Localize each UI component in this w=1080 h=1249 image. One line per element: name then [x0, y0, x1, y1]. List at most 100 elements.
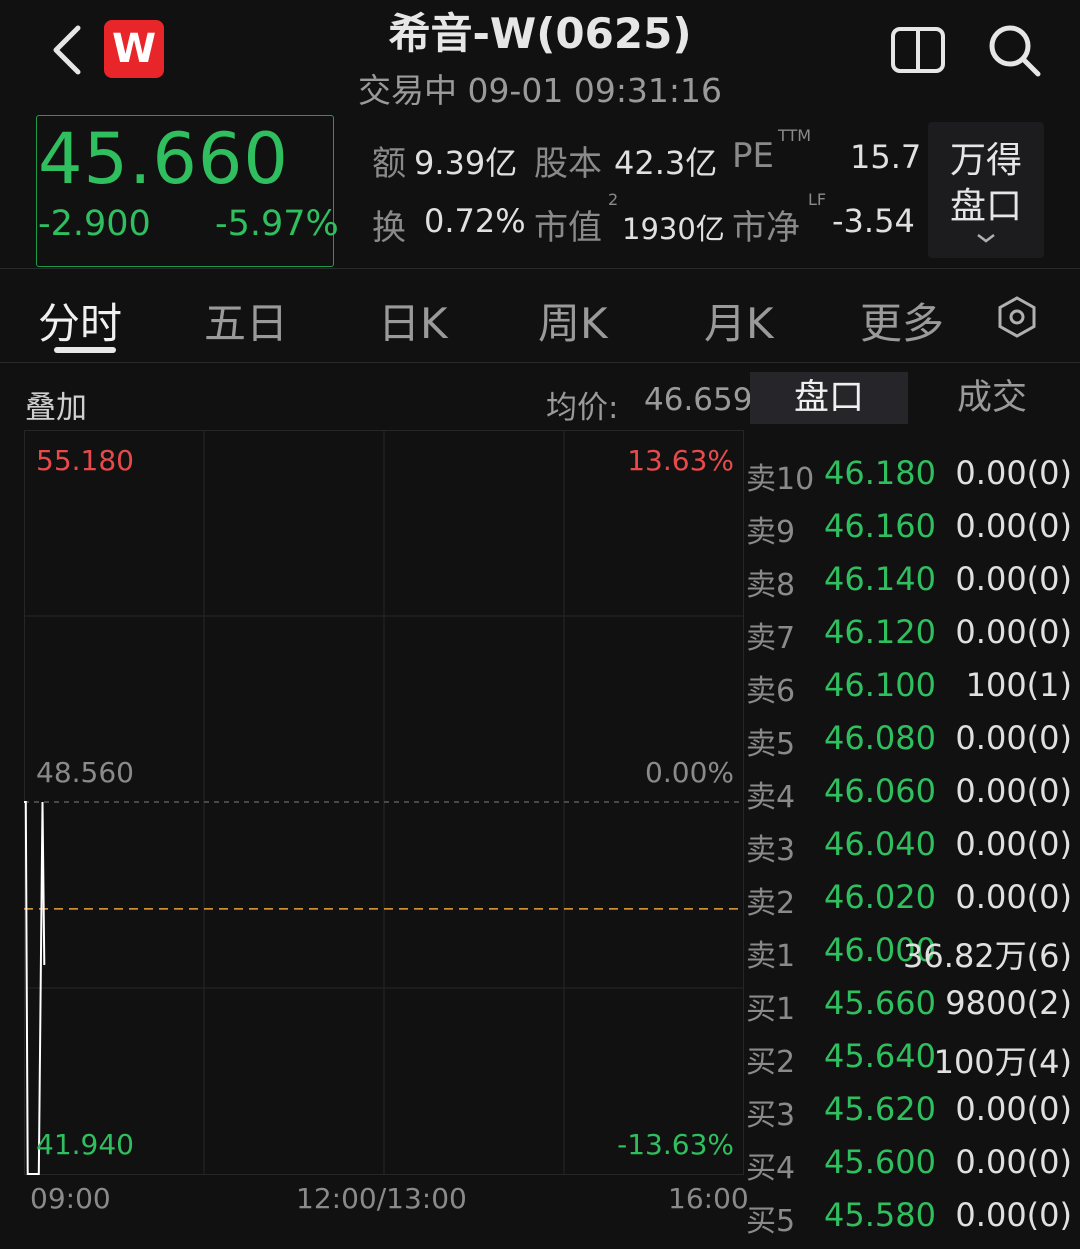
- order-book-row: 卖5 46.080 0.00(0): [746, 719, 1076, 772]
- order-price: 45.660: [824, 984, 936, 1022]
- order-level-label: 买5: [746, 1204, 796, 1239]
- turnover-label: 换: [372, 208, 406, 248]
- order-book-row: 卖3 46.040 0.00(0): [746, 825, 1076, 878]
- order-price: 46.040: [824, 825, 936, 863]
- price-change: -2.900: [38, 204, 151, 244]
- pb-label: 市净: [732, 208, 800, 248]
- order-level-label: 买4: [746, 1151, 796, 1186]
- order-price: 46.160: [824, 507, 936, 545]
- trade-status: 交易中 09-01 09:31:16: [357, 71, 723, 110]
- order-volume: 0.00(0): [955, 1143, 1072, 1181]
- back-chevron-icon[interactable]: [44, 22, 92, 78]
- order-book-row: 买4 45.600 0.00(0): [746, 1143, 1076, 1196]
- order-volume: 100万(4): [933, 1043, 1072, 1081]
- pe-label: PE: [732, 136, 774, 176]
- avg-price-label: 均价:: [546, 390, 619, 426]
- overlay-button[interactable]: 叠加: [25, 382, 87, 427]
- order-level-label: 卖10: [746, 462, 815, 497]
- tab-more[interactable]: 更多: [860, 290, 944, 351]
- wande-line1: 万得: [949, 140, 1022, 181]
- order-volume: 9800(2): [945, 984, 1072, 1022]
- search-icon[interactable]: [986, 22, 1042, 78]
- avg-price-value: 46.659: [644, 382, 753, 418]
- order-level-label: 卖1: [746, 939, 796, 974]
- amount-label: 额: [372, 144, 406, 184]
- order-book-row: 买1 45.660 9800(2): [746, 984, 1076, 1037]
- chevron-down-icon: [977, 234, 995, 243]
- order-level-label: 买3: [746, 1098, 796, 1133]
- y-max-label: 55.180: [36, 444, 134, 477]
- order-book-row: 卖1 46.000 36.82万(6): [746, 931, 1076, 984]
- order-book-row: 买2 45.640 100万(4): [746, 1037, 1076, 1090]
- order-price: 45.600: [824, 1143, 936, 1181]
- order-level-label: 卖8: [746, 568, 796, 603]
- pe-sup: TTM: [778, 126, 812, 145]
- order-price: 46.120: [824, 613, 936, 651]
- order-book-row: 卖7 46.120 0.00(0): [746, 613, 1076, 666]
- order-price: 46.100: [824, 666, 936, 704]
- order-level-label: 卖6: [746, 674, 796, 709]
- order-book-row: 卖6 46.100 100(1): [746, 666, 1076, 719]
- order-volume: 0.00(0): [955, 719, 1072, 757]
- current-price: 45.660: [38, 118, 289, 200]
- market-cap-label: 市值: [534, 208, 602, 248]
- share-capital-label: 股本: [534, 144, 602, 184]
- order-volume: 0.00(0): [955, 560, 1072, 598]
- stock-title: 希音-W(0625): [388, 9, 692, 58]
- order-book-row: 卖8 46.140 0.00(0): [746, 560, 1076, 613]
- wande-line2: 盘口: [949, 186, 1022, 227]
- order-price: 45.580: [824, 1196, 936, 1234]
- order-level-label: 卖3: [746, 833, 796, 868]
- order-volume: 0.00(0): [955, 1090, 1072, 1128]
- order-book-row: 卖10 46.180 0.00(0): [746, 454, 1076, 507]
- pe-value: 15.7: [850, 138, 922, 176]
- order-book-row: 卖9 46.160 0.00(0): [746, 507, 1076, 560]
- order-book-row: 买3 45.620 0.00(0): [746, 1090, 1076, 1143]
- order-book-row: 卖4 46.060 0.00(0): [746, 772, 1076, 825]
- wande-orderbook-button[interactable]: 万得 盘口: [928, 122, 1044, 258]
- pb-value: -3.54: [832, 202, 915, 240]
- market-cap-value: 1930亿: [622, 212, 725, 246]
- turnover-value: 0.72%: [424, 202, 526, 240]
- order-price: 46.080: [824, 719, 936, 757]
- order-level-label: 卖5: [746, 727, 796, 762]
- tab-five-day[interactable]: 五日: [204, 290, 288, 351]
- order-level-label: 卖2: [746, 886, 796, 921]
- order-level-label: 卖7: [746, 621, 796, 656]
- y-mid-pct: 0.00%: [645, 756, 734, 789]
- order-volume: 100(1): [965, 666, 1072, 704]
- y-mid-label: 48.560: [36, 756, 134, 789]
- order-price: 46.020: [824, 878, 936, 916]
- order-book-row: 买5 45.580 0.00(0): [746, 1196, 1076, 1249]
- y-min-pct: -13.63%: [617, 1128, 734, 1161]
- order-book-row: 卖2 46.020 0.00(0): [746, 878, 1076, 931]
- settings-icon[interactable]: [996, 296, 1038, 338]
- split-view-icon[interactable]: [890, 26, 946, 74]
- x-label-close: 16:00: [668, 1182, 749, 1215]
- side-tab-orderbook[interactable]: 盘口: [750, 372, 908, 424]
- market-cap-sup: 2: [608, 190, 619, 209]
- tab-monthly-k[interactable]: 月K: [704, 290, 774, 351]
- intraday-chart[interactable]: [24, 430, 744, 1176]
- order-volume: 36.82万(6): [903, 937, 1072, 975]
- order-level-label: 卖9: [746, 515, 796, 550]
- order-price: 46.180: [824, 454, 936, 492]
- order-volume: 0.00(0): [955, 772, 1072, 810]
- share-capital-value: 42.3亿: [614, 144, 718, 182]
- x-label-open: 09:00: [30, 1182, 111, 1215]
- side-tab-trades[interactable]: 成交: [912, 372, 1072, 424]
- tab-intraday[interactable]: 分时: [38, 290, 122, 351]
- tab-weekly-k[interactable]: 周K: [538, 290, 608, 351]
- order-volume: 0.00(0): [955, 507, 1072, 545]
- order-volume: 0.00(0): [955, 878, 1072, 916]
- order-volume: 0.00(0): [955, 1196, 1072, 1234]
- order-volume: 0.00(0): [955, 825, 1072, 863]
- tab-daily-k[interactable]: 日K: [378, 290, 448, 351]
- order-price: 45.640: [824, 1037, 936, 1075]
- order-price: 46.140: [824, 560, 936, 598]
- order-level-label: 卖4: [746, 780, 796, 815]
- order-price: 46.060: [824, 772, 936, 810]
- pb-sup: LF: [808, 190, 827, 209]
- order-volume: 0.00(0): [955, 454, 1072, 492]
- y-min-label: 41.940: [36, 1128, 134, 1161]
